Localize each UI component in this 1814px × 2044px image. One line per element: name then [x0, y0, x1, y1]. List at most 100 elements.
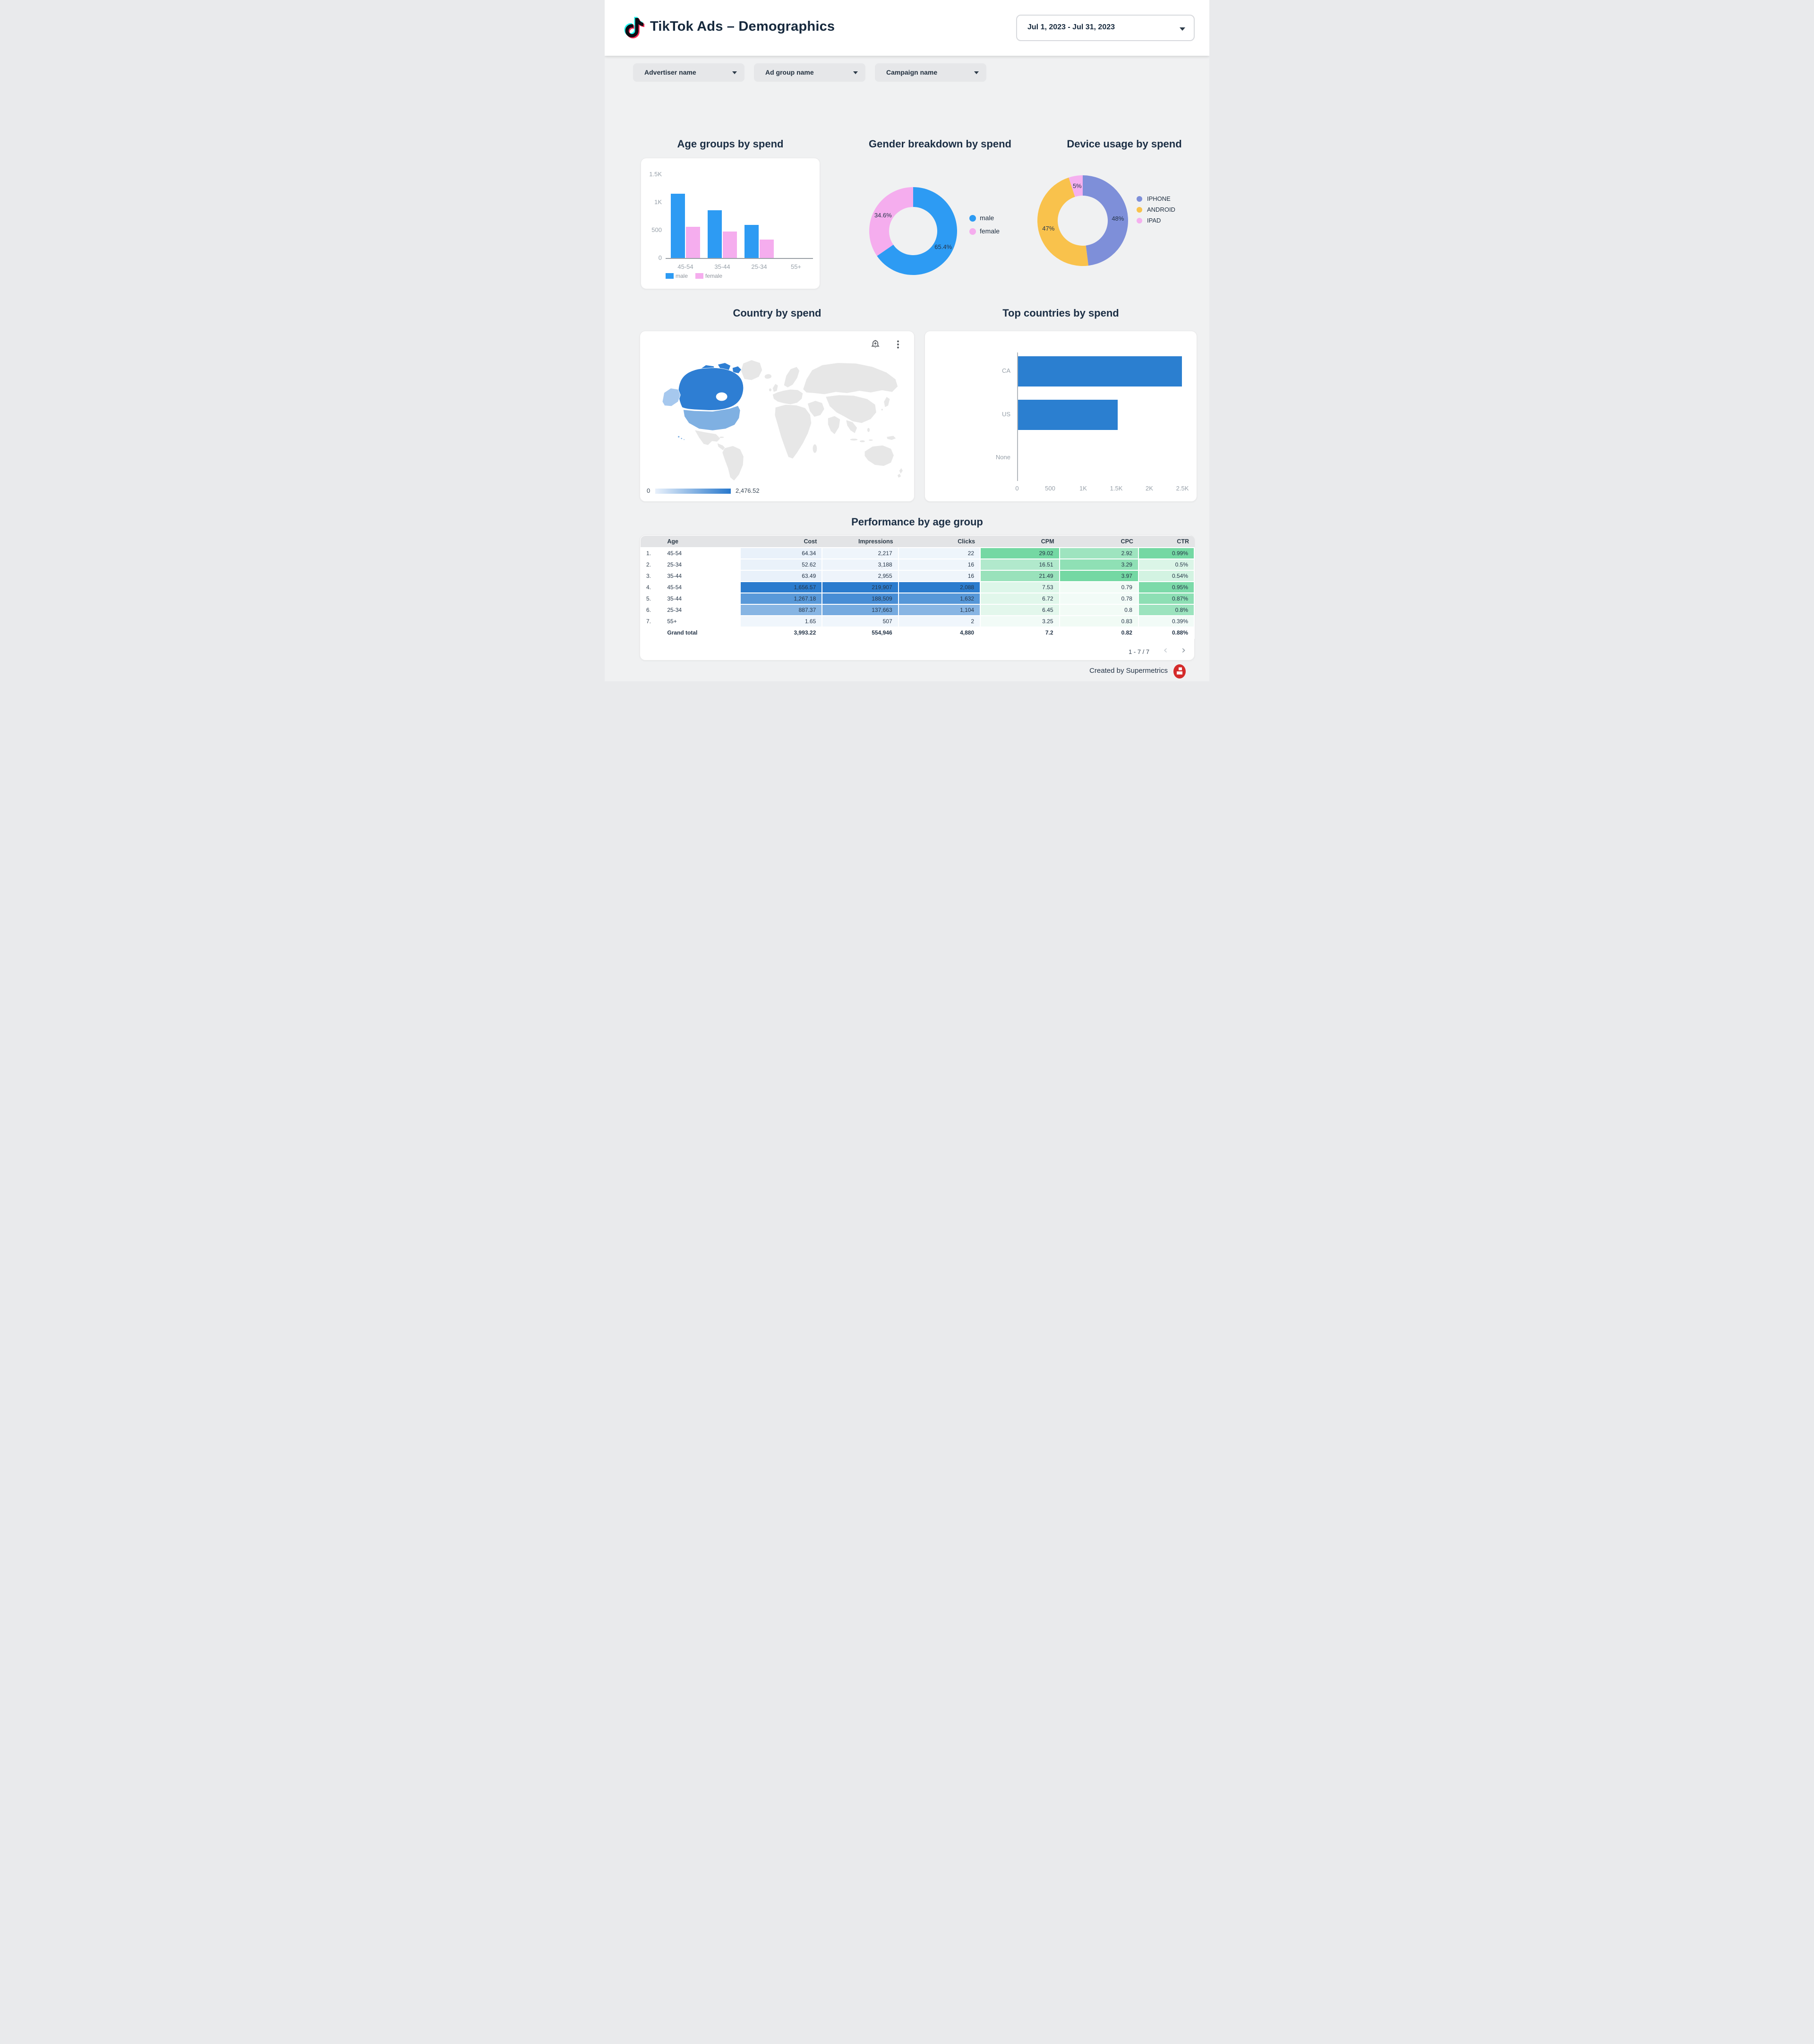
- legend-dot: [1137, 196, 1142, 202]
- donut-value-label: 34.6%: [874, 212, 892, 219]
- chevron-down-icon: [1180, 27, 1185, 31]
- donut-value-label: 5%: [1073, 182, 1082, 189]
- world-map[interactable]: [645, 352, 910, 485]
- age-groups-chart-card: 05001K1.5K45-5435-4425-3455+malefemale: [641, 158, 820, 289]
- x-axis-tick: 1K: [1071, 485, 1095, 492]
- cell-metric: 0.79: [1060, 582, 1139, 593]
- gender-donut-chart: 65.4% 34.6%: [861, 179, 965, 283]
- y-axis-tick: 0: [643, 254, 662, 261]
- map-region-land: [887, 436, 896, 440]
- date-range-selector[interactable]: Jul 1, 2023 - Jul 31, 2023: [1016, 15, 1195, 41]
- table-row: 3.35-4463.492,9551621.493.970.54%: [641, 571, 1195, 582]
- cell-metric: 0.78: [1060, 593, 1139, 605]
- column-header-cost[interactable]: Cost: [741, 536, 822, 548]
- cell-metric: 3.97: [1060, 571, 1139, 582]
- bar-female-35-44[interactable]: [723, 232, 737, 258]
- cell-metric: 0.95%: [1139, 582, 1195, 593]
- cell-metric: 507: [822, 616, 898, 627]
- filter-ad-group-name[interactable]: Ad group name: [754, 63, 865, 82]
- legend-label: ANDROID: [1147, 206, 1175, 213]
- map-region-land: [859, 440, 865, 443]
- filter-label: Campaign name: [886, 69, 937, 76]
- map-region-land: [899, 468, 903, 474]
- legend-item-iphone[interactable]: IPHONE: [1137, 195, 1203, 204]
- next-page-icon[interactable]: ›: [1181, 645, 1186, 656]
- x-axis-tick: 500: [1038, 485, 1062, 492]
- add-alert-icon[interactable]: [870, 339, 881, 350]
- table-row: 6.25-34887.37137,6631,1046.450.80.8%: [641, 605, 1195, 616]
- cell-metric: 0.8: [1060, 605, 1139, 616]
- cell-metric: 6.45: [981, 605, 1060, 616]
- cell-metric: 1,656.57: [741, 582, 822, 593]
- map-region-land: [881, 409, 883, 411]
- filter-label: Ad group name: [765, 69, 814, 76]
- row-number: 4.: [641, 582, 661, 593]
- map-region-land: [769, 388, 771, 392]
- map-region-land: [741, 360, 762, 380]
- cell-metric: 7.53: [981, 582, 1060, 593]
- kebab-menu-icon[interactable]: [892, 339, 904, 350]
- cell-metric: 2,217: [822, 548, 898, 559]
- cell-metric: 0.83: [1060, 616, 1139, 627]
- column-header-ctr[interactable]: CTR: [1139, 536, 1195, 548]
- bar-male-25-34[interactable]: [744, 225, 759, 258]
- device-chart-title: Device usage by spend: [1030, 138, 1209, 150]
- donut-slice-female[interactable]: [869, 187, 913, 256]
- map-region-land: [884, 396, 890, 407]
- y-axis-category: US: [982, 411, 1010, 418]
- cell-metric: 6.72: [981, 593, 1060, 605]
- bar-female-45-54[interactable]: [686, 227, 700, 258]
- cell-metric: 16.51: [981, 559, 1060, 571]
- cell-metric: 1,104: [899, 605, 981, 616]
- bar-male-45-54[interactable]: [671, 194, 685, 258]
- row-number: 5.: [641, 593, 661, 605]
- column-header-clicks[interactable]: Clicks: [899, 536, 981, 548]
- bar-US[interactable]: [1018, 400, 1118, 430]
- legend-item-male[interactable]: male: [969, 214, 1035, 223]
- bar-CA[interactable]: [1018, 356, 1182, 386]
- cell-metric: 1.65: [741, 616, 822, 627]
- grand-total-value: 4,880: [899, 627, 981, 639]
- cell-metric: 0.54%: [1139, 571, 1195, 582]
- column-header-impressions[interactable]: Impressions: [822, 536, 898, 548]
- legend-label: female: [980, 227, 1000, 235]
- column-header-age[interactable]: Age: [661, 536, 740, 548]
- grand-total-row: Grand total3,993.22554,9464,8807.20.820.…: [641, 627, 1195, 639]
- tiktok-logo-icon: [624, 16, 645, 42]
- bar-male-35-44[interactable]: [708, 210, 722, 258]
- donut-value-label: 65.4%: [934, 243, 952, 250]
- legend-item-android[interactable]: ANDROID: [1137, 206, 1203, 215]
- legend-dot: [1137, 207, 1142, 213]
- map-region-land: [772, 384, 778, 392]
- map-region-land: [764, 374, 771, 379]
- prev-page-icon[interactable]: ‹: [1164, 645, 1168, 656]
- map-region-ak: [662, 388, 680, 406]
- cell-metric: 1,267.18: [741, 593, 822, 605]
- bar-female-25-34[interactable]: [760, 240, 774, 258]
- column-header-cpc[interactable]: CPC: [1060, 536, 1139, 548]
- filter-advertiser-name[interactable]: Advertiser name: [633, 63, 744, 82]
- filter-campaign-name[interactable]: Campaign name: [875, 63, 986, 82]
- cell-metric: 0.39%: [1139, 616, 1195, 627]
- cell-metric: 16: [899, 559, 981, 571]
- y-axis-tick: 500: [643, 226, 662, 233]
- column-header-cpm[interactable]: CPM: [981, 536, 1060, 548]
- footer-credit: Created by Supermetrics: [1089, 667, 1168, 675]
- cell-metric: 2.92: [1060, 548, 1139, 559]
- pagination: 1 - 7 / 7 ‹ ›: [1129, 645, 1186, 657]
- legend-item-ipad[interactable]: IPAD: [1137, 216, 1203, 226]
- top-countries-chart-card: CAUSNone05001K1.5K2K2.5K: [924, 331, 1197, 502]
- dashboard: TikTok Ads – Demographics Jul 1, 2023 - …: [605, 0, 1209, 681]
- cell-metric: 52.62: [741, 559, 822, 571]
- legend-item-female[interactable]: female: [969, 227, 1035, 236]
- performance-table-card: AgeCostImpressionsClicksCPMCPCCTR1.45-54…: [640, 535, 1195, 661]
- row-number: 2.: [641, 559, 661, 571]
- supermetrics-logo[interactable]: [1172, 663, 1188, 679]
- row-number: 3.: [641, 571, 661, 582]
- donut-value-label: 47%: [1042, 225, 1054, 232]
- y-axis-tick: 1K: [643, 198, 662, 206]
- donut-value-label: 48%: [1112, 215, 1124, 222]
- cell-metric: 1,632: [899, 593, 981, 605]
- legend-label: IPHONE: [1147, 195, 1171, 202]
- map-region-us: [684, 439, 685, 440]
